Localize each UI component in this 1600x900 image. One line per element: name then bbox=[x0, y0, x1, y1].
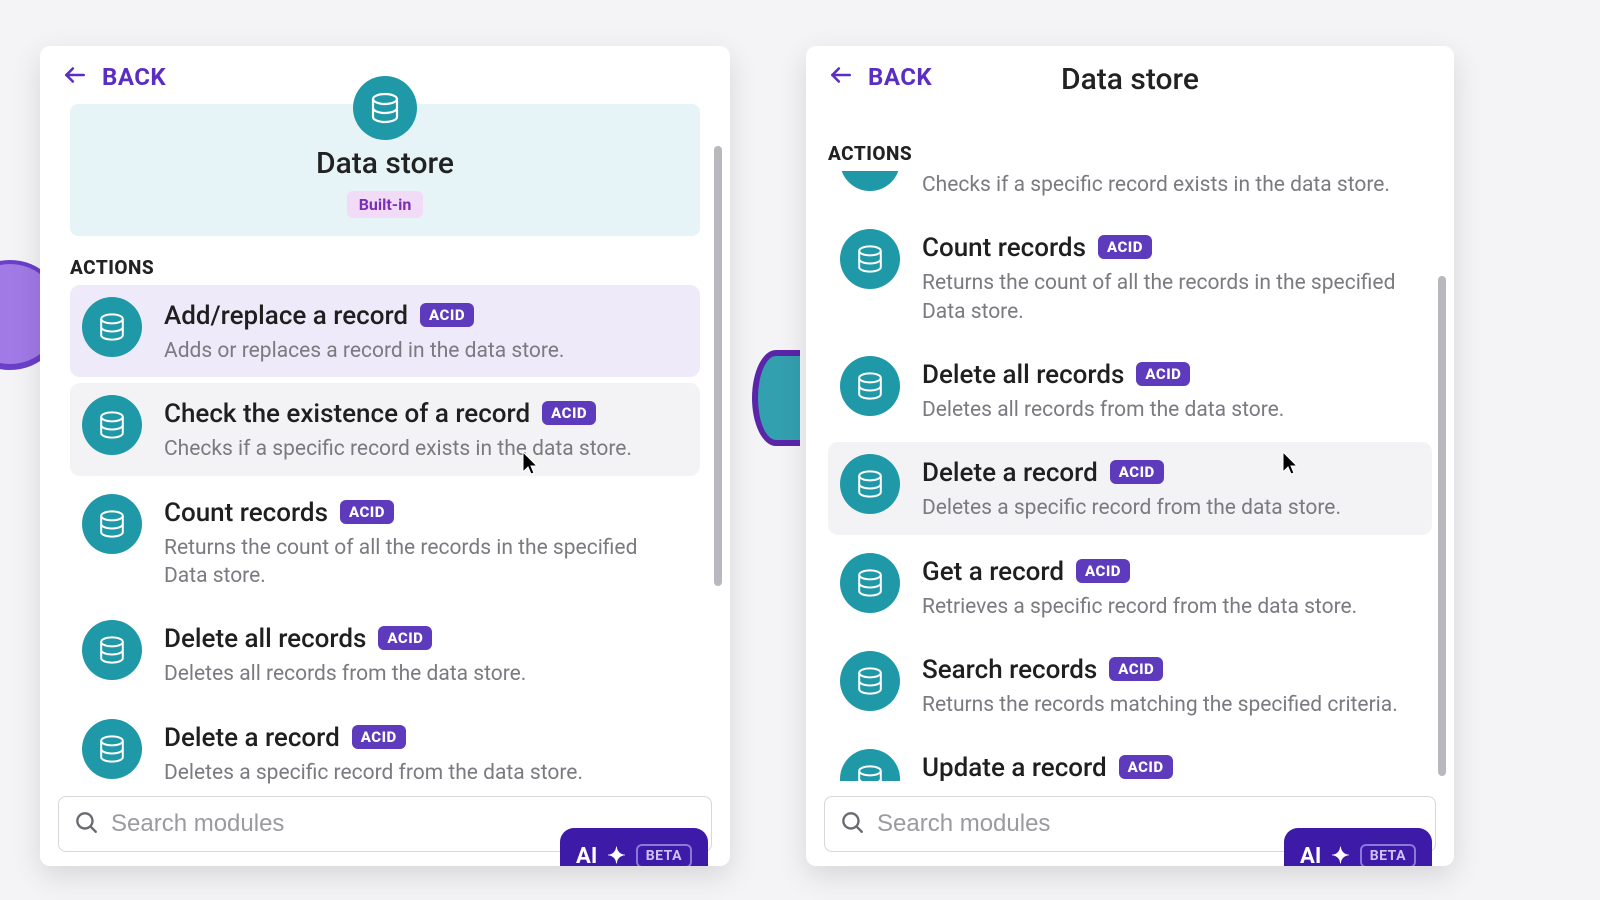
sparkle-icon: ✦ bbox=[607, 844, 625, 867]
action-name: Add/replace a record bbox=[164, 301, 408, 331]
sparkle-icon: ✦ bbox=[1331, 844, 1349, 867]
canvas-node-edge bbox=[752, 350, 800, 446]
action-name: Get a record bbox=[922, 557, 1064, 587]
section-label-actions: ACTIONS bbox=[806, 136, 1454, 171]
datastore-icon bbox=[353, 76, 417, 140]
acid-badge: ACID bbox=[1136, 362, 1190, 386]
ai-button[interactable]: AI ✦ BETA bbox=[560, 828, 708, 866]
scrollbar[interactable] bbox=[1438, 276, 1446, 776]
action-desc: Deletes a specific record from the data … bbox=[922, 494, 1416, 522]
action-desc: Checks if a specific record exists in th… bbox=[922, 171, 1416, 199]
action-desc: Deletes all records from the data store. bbox=[922, 396, 1416, 424]
acid-badge: ACID bbox=[420, 303, 474, 327]
action-item[interactable]: Delete a record ACID Deletes a specific … bbox=[828, 442, 1432, 534]
arrow-left-icon bbox=[62, 62, 88, 92]
action-desc: Returns the records matching the specifi… bbox=[922, 691, 1416, 719]
back-label: BACK bbox=[102, 63, 166, 91]
action-item[interactable]: Count records ACID Returns the count of … bbox=[70, 482, 700, 603]
action-name: Count records bbox=[164, 498, 328, 528]
arrow-left-icon bbox=[828, 62, 854, 92]
acid-badge: ACID bbox=[1098, 235, 1152, 259]
datastore-icon bbox=[82, 719, 142, 779]
datastore-icon bbox=[82, 620, 142, 680]
action-item[interactable]: Get a record ACID Retrieves a specific r… bbox=[828, 541, 1432, 633]
acid-badge: ACID bbox=[1110, 460, 1164, 484]
module-picker-panel-right: BACK Data store ACTIONS Checks if a spec… bbox=[806, 46, 1454, 866]
module-picker-panel-left: BACK Data store Built-in ACTIONS Add/rep… bbox=[40, 46, 730, 866]
datastore-icon bbox=[82, 395, 142, 455]
search-icon bbox=[839, 809, 865, 839]
datastore-icon bbox=[840, 553, 900, 613]
action-name: Count records bbox=[922, 233, 1086, 263]
action-item[interactable]: Checks if a specific record exists in th… bbox=[828, 171, 1432, 211]
acid-badge: ACID bbox=[378, 626, 432, 650]
action-list: Add/replace a record ACID Adds or replac… bbox=[40, 285, 730, 791]
back-label: BACK bbox=[868, 63, 932, 91]
acid-badge: ACID bbox=[340, 500, 394, 524]
ai-button[interactable]: AI ✦ BETA bbox=[1284, 828, 1432, 866]
acid-badge: ACID bbox=[1109, 657, 1163, 681]
action-name: Update a record bbox=[922, 753, 1107, 781]
back-button[interactable]: BACK bbox=[806, 46, 1454, 96]
datastore-icon bbox=[840, 651, 900, 711]
acid-badge: ACID bbox=[1119, 755, 1173, 779]
action-desc: Deletes all records from the data store. bbox=[164, 660, 684, 688]
search-icon bbox=[73, 809, 99, 839]
module-hero: Data store Built-in bbox=[70, 104, 700, 236]
beta-badge: BETA bbox=[636, 844, 692, 866]
datastore-icon bbox=[840, 356, 900, 416]
datastore-icon bbox=[840, 171, 900, 191]
section-label-actions: ACTIONS bbox=[40, 250, 730, 285]
action-desc: Deletes a specific record from the data … bbox=[164, 759, 684, 787]
datastore-icon bbox=[840, 454, 900, 514]
action-name: Delete a record bbox=[164, 723, 340, 753]
action-name: Delete all records bbox=[922, 360, 1124, 390]
action-item[interactable]: Check the existence of a record ACID Che… bbox=[70, 383, 700, 475]
ai-label: AI bbox=[576, 844, 597, 867]
action-item[interactable]: Add/replace a record ACID Adds or replac… bbox=[70, 285, 700, 377]
action-item[interactable]: Update a record ACID Updates a record in… bbox=[828, 737, 1432, 781]
action-item[interactable]: Search records ACID Returns the records … bbox=[828, 639, 1432, 731]
action-item[interactable]: Delete a record ACID Deletes a specific … bbox=[70, 707, 700, 791]
acid-badge: ACID bbox=[352, 725, 406, 749]
datastore-icon bbox=[840, 749, 900, 781]
beta-badge: BETA bbox=[1360, 844, 1416, 866]
module-title: Data store bbox=[86, 146, 684, 181]
action-desc: Adds or replaces a record in the data st… bbox=[164, 337, 684, 365]
action-item[interactable]: Count records ACID Returns the count of … bbox=[828, 217, 1432, 338]
scrollbar[interactable] bbox=[714, 146, 722, 586]
action-name: Delete a record bbox=[922, 458, 1098, 488]
action-item[interactable]: Delete all records ACID Deletes all reco… bbox=[70, 608, 700, 700]
action-desc: Returns the count of all the records in … bbox=[164, 534, 684, 591]
acid-badge: ACID bbox=[1076, 559, 1130, 583]
ai-label: AI bbox=[1300, 844, 1321, 867]
action-name: Search records bbox=[922, 655, 1097, 685]
datastore-icon bbox=[82, 297, 142, 357]
action-name: Delete all records bbox=[164, 624, 366, 654]
acid-badge: ACID bbox=[542, 401, 596, 425]
action-item[interactable]: Delete all records ACID Deletes all reco… bbox=[828, 344, 1432, 436]
action-list: Checks if a specific record exists in th… bbox=[806, 171, 1454, 781]
action-desc: Returns the count of all the records in … bbox=[922, 269, 1416, 326]
action-desc: Checks if a specific record exists in th… bbox=[164, 435, 684, 463]
action-name: Check the existence of a record bbox=[164, 399, 530, 429]
datastore-icon bbox=[840, 229, 900, 289]
action-desc: Retrieves a specific record from the dat… bbox=[922, 593, 1416, 621]
datastore-icon bbox=[82, 494, 142, 554]
builtin-badge: Built-in bbox=[347, 191, 424, 218]
